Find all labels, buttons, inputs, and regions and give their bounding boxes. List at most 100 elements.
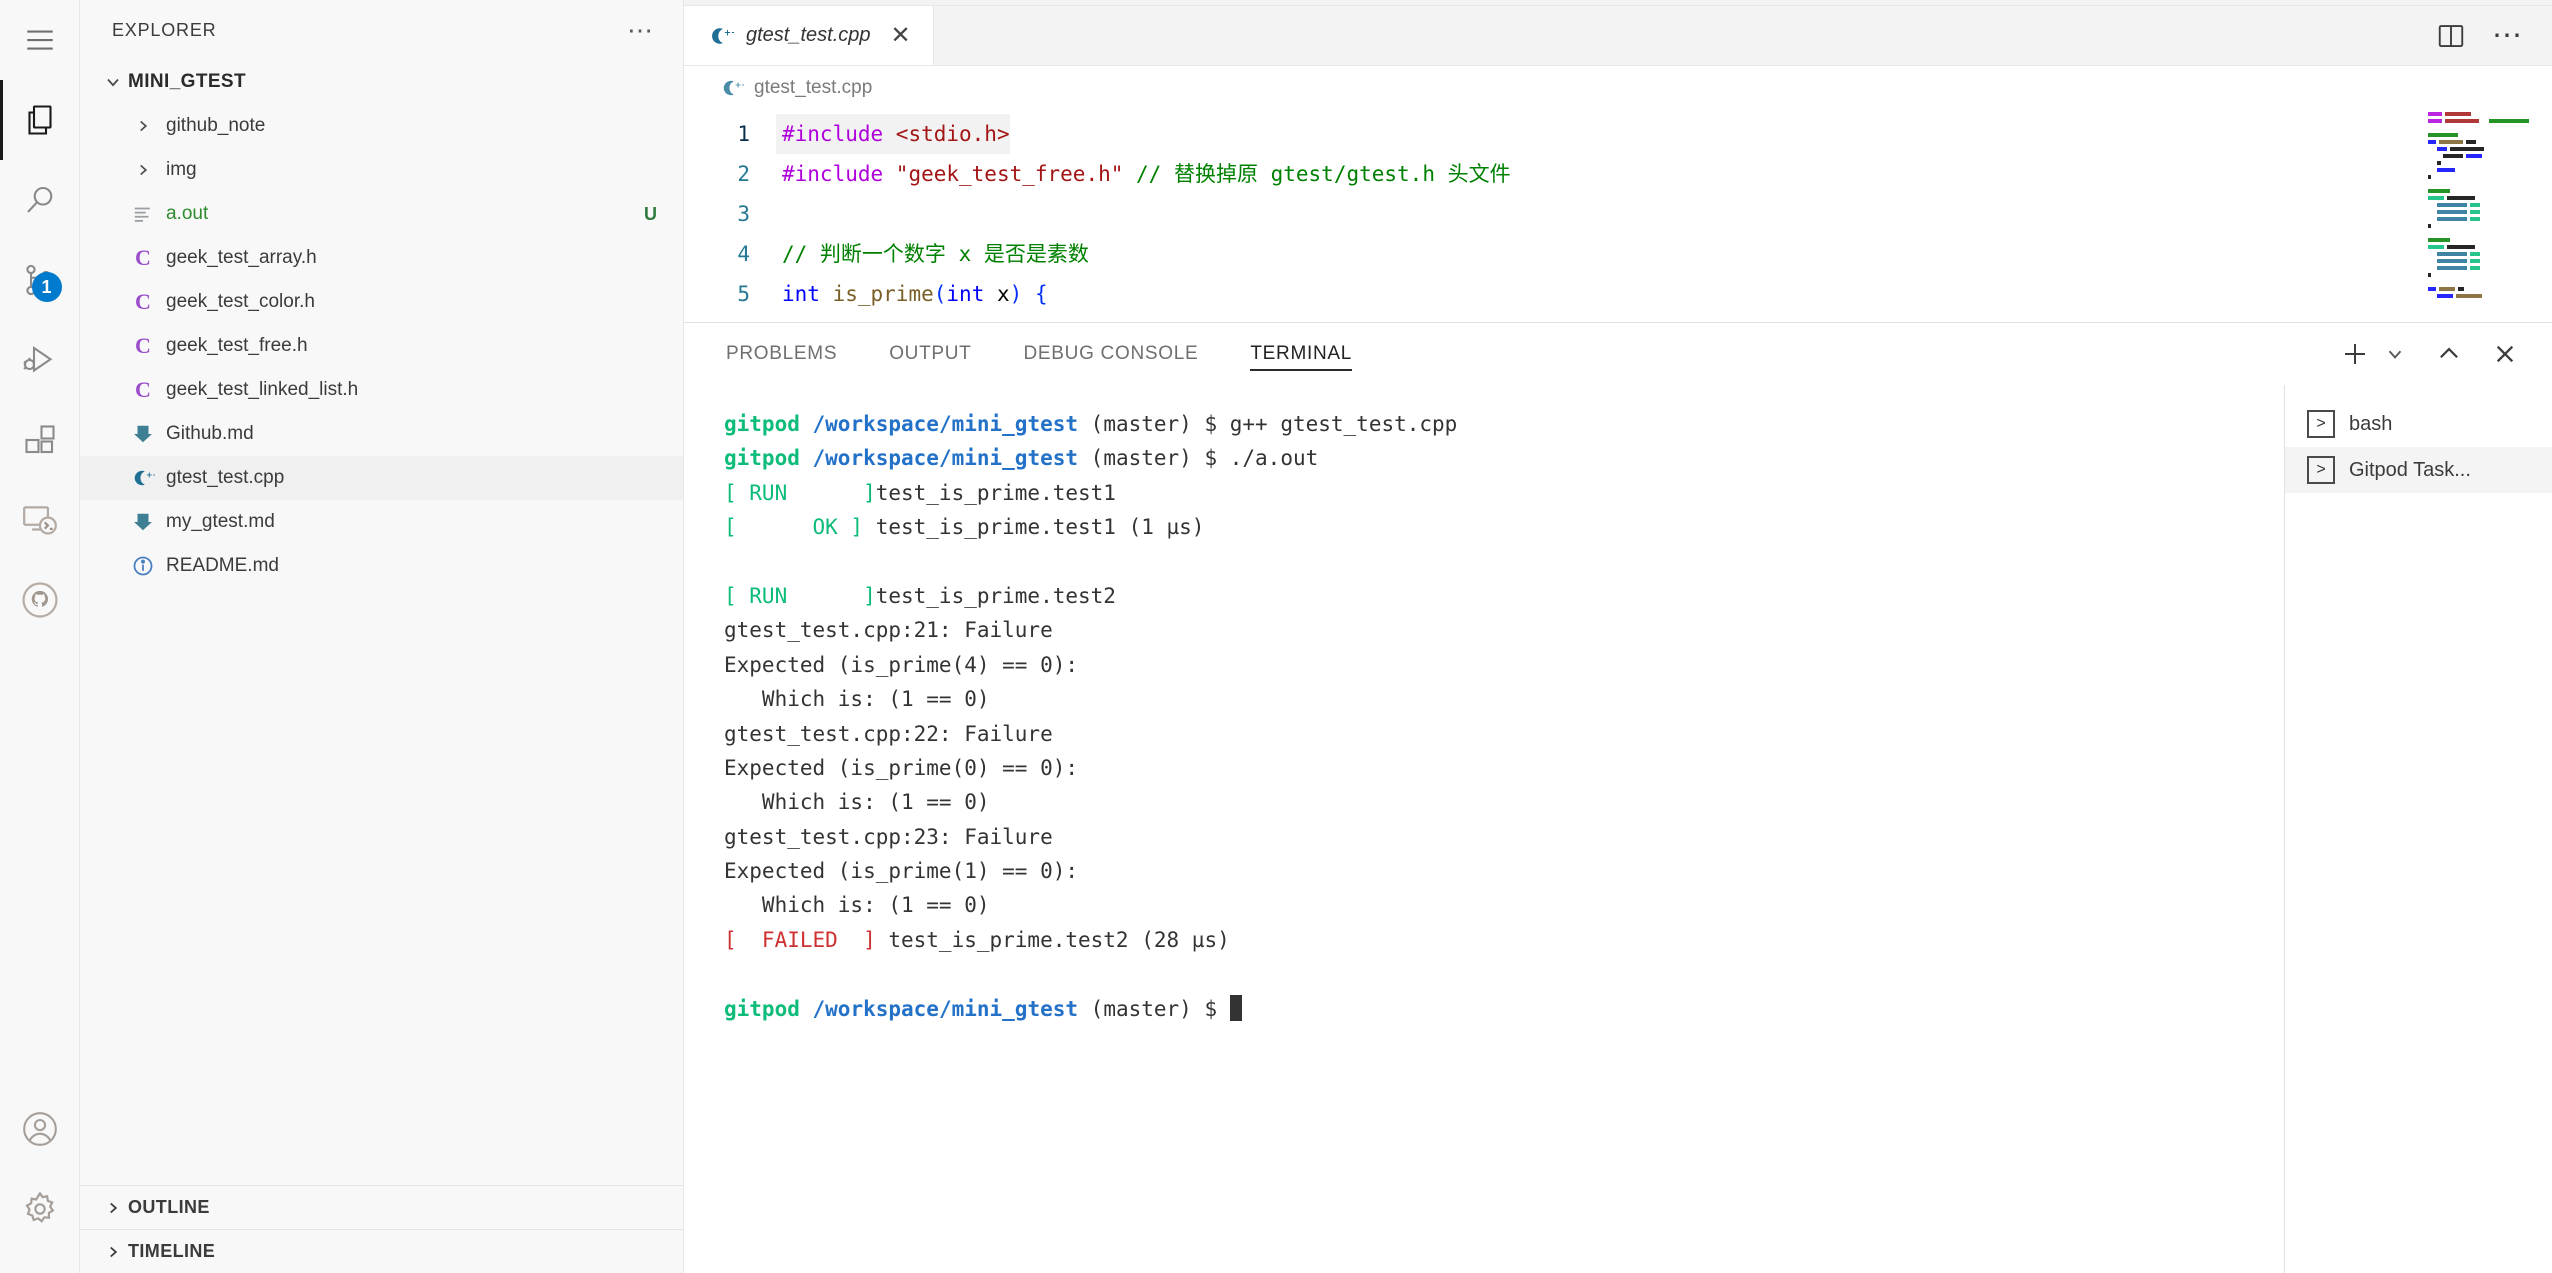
terminal-line: [ OK ] test_is_prime.test1 (1 µs) bbox=[724, 510, 2284, 544]
terminal-segment: [ RUN ] bbox=[724, 481, 876, 505]
tab-debug-console[interactable]: DEBUG CONSOLE bbox=[1024, 323, 1199, 385]
minimap-line bbox=[2420, 285, 2552, 292]
split-editor-icon[interactable] bbox=[2436, 21, 2466, 51]
list-item[interactable]: github_note bbox=[80, 104, 683, 148]
terminal-line bbox=[724, 957, 2284, 991]
code-token: // 判断一个数字 x 是否是素数 bbox=[782, 242, 1089, 266]
panel-tab-bar: PROBLEMS OUTPUT DEBUG CONSOLE TERMINAL bbox=[684, 323, 2552, 385]
terminal-segment: /workspace/mini_gtest bbox=[813, 446, 1091, 470]
minimap-line bbox=[2420, 278, 2552, 285]
minimap-segment bbox=[2458, 287, 2464, 291]
minimap-line bbox=[2420, 131, 2552, 138]
terminal-line: [ FAILED ] test_is_prime.test2 (28 µs) bbox=[724, 923, 2284, 957]
svg-text:++: ++ bbox=[146, 470, 155, 479]
source-control-badge: 1 bbox=[32, 272, 62, 302]
tab-terminal[interactable]: TERMINAL bbox=[1250, 323, 1352, 385]
terminal-segment: (master) $ bbox=[1091, 997, 1230, 1021]
breadcrumb-label: gtest_test.cpp bbox=[754, 77, 872, 99]
file-name: gtest_test.cpp bbox=[166, 467, 284, 489]
minimap-line bbox=[2420, 257, 2552, 264]
terminal-segment: test_is_prime.test1 (1 µs) bbox=[863, 515, 1204, 539]
cpp-file-icon: ++ bbox=[708, 23, 734, 49]
minimap-line bbox=[2420, 145, 2552, 152]
list-item[interactable]: img bbox=[80, 148, 683, 192]
minimap-segment bbox=[2428, 175, 2431, 179]
minimap-segment bbox=[2437, 147, 2447, 151]
line-number: 4 bbox=[684, 234, 776, 274]
list-item[interactable]: my_gtest.md bbox=[80, 500, 683, 544]
minimap-segment bbox=[2428, 196, 2444, 200]
terminal-list-item-bash[interactable]: > bash bbox=[2285, 401, 2552, 447]
more-actions-icon[interactable]: ⋯ bbox=[2492, 30, 2524, 42]
tab-problems[interactable]: PROBLEMS bbox=[726, 323, 837, 385]
minimap-segment bbox=[2428, 140, 2436, 144]
minimap-segment bbox=[2428, 259, 2434, 263]
chevron-down-icon bbox=[98, 72, 128, 92]
code-token: int bbox=[782, 282, 820, 306]
list-item[interactable]: C geek_test_linked_list.h bbox=[80, 368, 683, 412]
minimap-line bbox=[2420, 236, 2552, 243]
code-line: 2#include "geek_test_free.h" // 替换掉原 gte… bbox=[684, 154, 2552, 194]
explorer-icon[interactable] bbox=[0, 80, 80, 160]
remote-explorer-icon[interactable] bbox=[0, 480, 80, 560]
panel-actions bbox=[2340, 323, 2552, 385]
minimap-segment bbox=[2428, 210, 2434, 214]
list-item[interactable]: C geek_test_array.h bbox=[80, 236, 683, 280]
tab-gtest-test-cpp[interactable]: ++ gtest_test.cpp ✕ bbox=[684, 6, 934, 65]
terminal-line: Which is: (1 == 0) bbox=[724, 682, 2284, 716]
minimap-line bbox=[2420, 271, 2552, 278]
list-item[interactable]: C geek_test_color.h bbox=[80, 280, 683, 324]
accounts-icon[interactable] bbox=[0, 1089, 80, 1169]
maximize-panel-icon[interactable] bbox=[2436, 341, 2462, 367]
minimap-segment bbox=[2428, 287, 2436, 291]
editor-column: ++ gtest_test.cpp ✕ ⋯ ++ bbox=[684, 0, 2552, 1273]
c-header-file-icon: C bbox=[126, 333, 160, 359]
minimap-line bbox=[2420, 166, 2552, 173]
sidebar-section-outline[interactable]: OUTLINE bbox=[80, 1185, 683, 1229]
source-control-icon[interactable]: 1 bbox=[0, 240, 80, 320]
extensions-icon[interactable] bbox=[0, 400, 80, 480]
terminal-segment: Which is: (1 == 0) bbox=[724, 790, 990, 814]
sidebar-section-timeline[interactable]: TIMELINE bbox=[80, 1229, 683, 1273]
sidebar-more-icon[interactable]: ⋯ bbox=[627, 25, 655, 35]
minimap-segment bbox=[2470, 259, 2480, 263]
tab-output[interactable]: OUTPUT bbox=[889, 323, 971, 385]
minimap-segment bbox=[2470, 217, 2480, 221]
minimap-line bbox=[2420, 117, 2552, 124]
file-name: README.md bbox=[166, 555, 279, 577]
list-item[interactable]: a.out U bbox=[80, 192, 683, 236]
list-item[interactable]: Github.md bbox=[80, 412, 683, 456]
terminal-segment: Which is: (1 == 0) bbox=[724, 893, 990, 917]
chevron-down-icon[interactable] bbox=[2384, 343, 2406, 365]
terminal-list-item-gitpod-task[interactable]: > Gitpod Task... bbox=[2285, 447, 2552, 493]
run-and-debug-icon[interactable] bbox=[0, 320, 80, 400]
file-name: geek_test_free.h bbox=[166, 335, 308, 357]
terminal-line: [ RUN ]test_is_prime.test2 bbox=[724, 579, 2284, 613]
minimap-line bbox=[2420, 264, 2552, 271]
line-number: 3 bbox=[684, 194, 776, 234]
minimap-line bbox=[2420, 180, 2552, 187]
github-icon[interactable] bbox=[0, 560, 80, 640]
terminal-segment: /workspace/mini_gtest bbox=[813, 412, 1091, 436]
close-icon[interactable]: ✕ bbox=[891, 24, 911, 48]
c-header-file-icon: C bbox=[126, 245, 160, 271]
minimap[interactable] bbox=[2420, 110, 2552, 322]
new-terminal-icon[interactable] bbox=[2340, 339, 2370, 369]
close-panel-icon[interactable] bbox=[2492, 341, 2518, 367]
menu-icon[interactable] bbox=[0, 0, 80, 80]
sidebar-spacer bbox=[80, 588, 683, 1185]
breadcrumb[interactable]: ++ gtest_test.cpp bbox=[684, 66, 2552, 110]
search-icon[interactable] bbox=[0, 160, 80, 240]
code-editor[interactable]: 1#include <stdio.h>2#include "geek_test_… bbox=[684, 110, 2552, 322]
panel-tab-label: DEBUG CONSOLE bbox=[1024, 343, 1199, 365]
terminal-line: gitpod /workspace/mini_gtest (master) $ … bbox=[724, 441, 2284, 475]
tree-root-mini-gtest[interactable]: MINI_GTEST bbox=[80, 60, 683, 104]
code-text: #include <stdio.h> bbox=[776, 114, 1010, 154]
terminal-output[interactable]: gitpod /workspace/mini_gtest (master) $ … bbox=[684, 385, 2284, 1273]
list-item[interactable]: README.md bbox=[80, 544, 683, 588]
code-token bbox=[1123, 162, 1136, 186]
list-item-gtest-test-cpp[interactable]: ++ gtest_test.cpp bbox=[80, 456, 683, 500]
list-item[interactable]: C geek_test_free.h bbox=[80, 324, 683, 368]
minimap-line bbox=[2420, 152, 2552, 159]
settings-gear-icon[interactable] bbox=[0, 1169, 80, 1249]
